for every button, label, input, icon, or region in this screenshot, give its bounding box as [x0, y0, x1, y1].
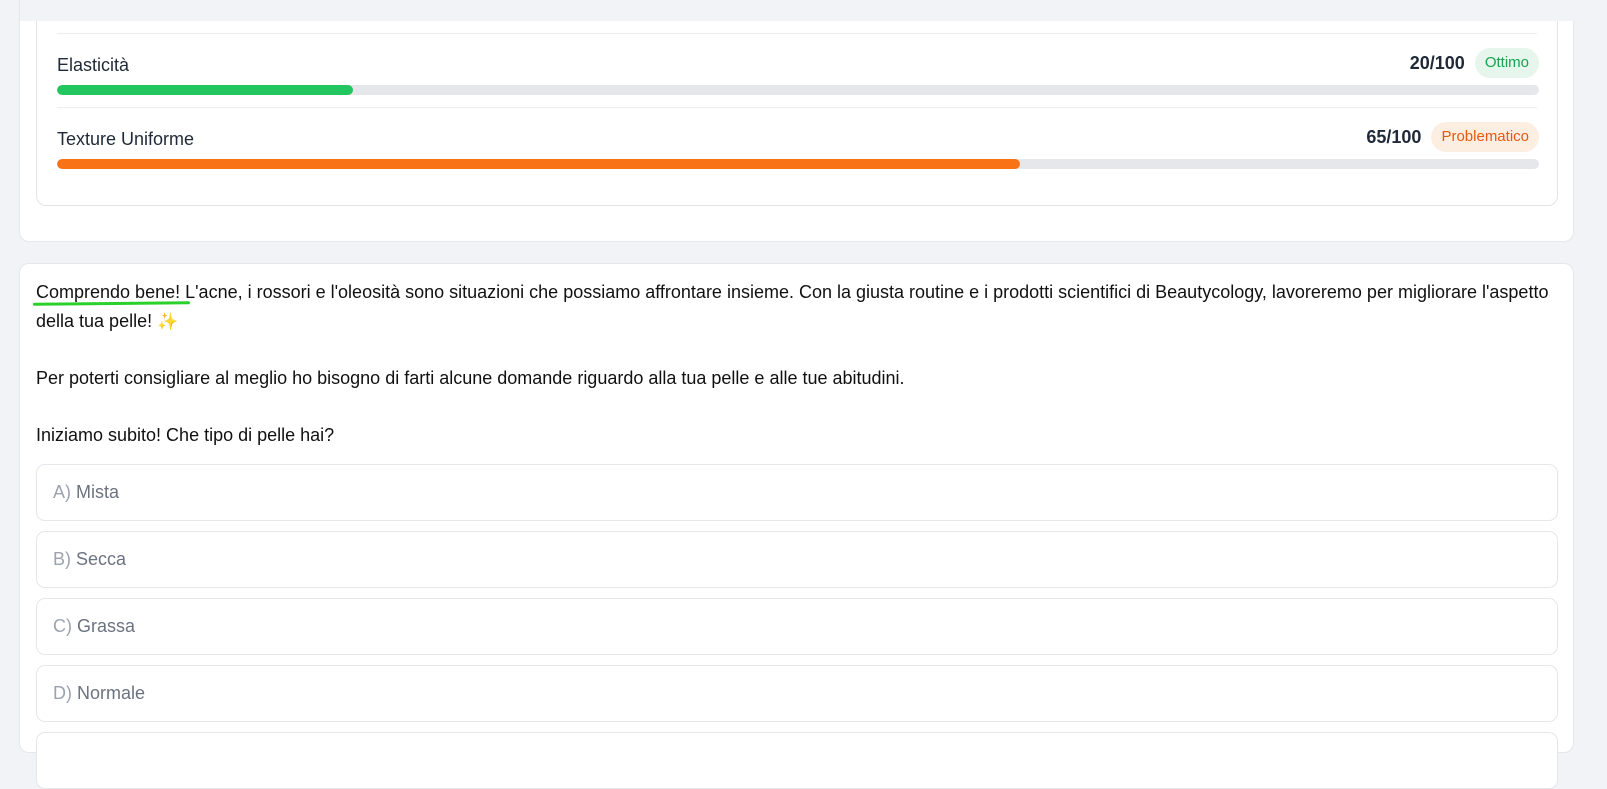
answer-option-d[interactable]: D) Normale	[36, 665, 1558, 722]
option-label: Mista	[76, 482, 120, 502]
option-letter: D)	[53, 683, 72, 703]
panel-header-strip	[20, 0, 1575, 21]
metric-score: 65/100	[1366, 126, 1422, 147]
assistant-message: Comprendo bene! L'acne, i rossori e l'ol…	[36, 278, 1556, 450]
message-text: L'acne, i rossori e l'oleosità sono situ…	[36, 282, 1549, 331]
metric-label: Elasticità	[57, 55, 130, 75]
answer-option-b[interactable]: B) Secca	[36, 531, 1558, 588]
message-paragraph: Comprendo bene! L'acne, i rossori e l'ol…	[36, 278, 1556, 336]
answer-option-partial[interactable]	[36, 732, 1558, 789]
question-text: Iniziamo subito! Che tipo di pelle hai?	[36, 425, 335, 445]
option-label: Grassa	[77, 616, 136, 636]
highlighted-text: Comprendo bene!	[36, 282, 181, 302]
status-badge: Ottimo	[1474, 48, 1539, 78]
answer-option-a[interactable]: A) Mista	[36, 464, 1558, 521]
option-letter: B)	[53, 549, 71, 569]
progress-track	[57, 159, 1539, 169]
metric-row-elasticity: Elasticità 20/100 Ottimo	[57, 34, 1539, 95]
chat-message-panel: Comprendo bene! L'acne, i rossori e l'ol…	[19, 263, 1574, 789]
skin-analysis-panel: Elasticità 20/100 Ottimo Texture Uniform…	[19, 0, 1575, 242]
metric-score-group: 20/100 Ottimo	[1410, 48, 1539, 78]
option-label: Normale	[77, 683, 146, 703]
sparkle-icon: ✨	[157, 312, 179, 331]
metric-score: 20/100	[1409, 52, 1465, 73]
status-badge: Problematico	[1431, 122, 1539, 152]
progress-fill	[57, 159, 1021, 169]
progress-track	[57, 85, 1539, 95]
metric-score-group: 65/100 Problematico	[1366, 122, 1539, 152]
metric-row-texture: Texture Uniforme 65/100 Problematico	[57, 108, 1539, 169]
metric-label: Texture Uniforme	[57, 129, 195, 149]
option-label: Secca	[76, 549, 127, 569]
message-paragraph: Per poterti consigliare al meglio ho bis…	[36, 368, 905, 388]
metrics-card: Elasticità 20/100 Ottimo Texture Uniform…	[36, 21, 1558, 206]
answer-option-c[interactable]: C) Grassa	[36, 598, 1558, 655]
option-letter: A)	[53, 482, 71, 502]
option-letter: C)	[53, 616, 72, 636]
progress-fill	[57, 85, 354, 95]
